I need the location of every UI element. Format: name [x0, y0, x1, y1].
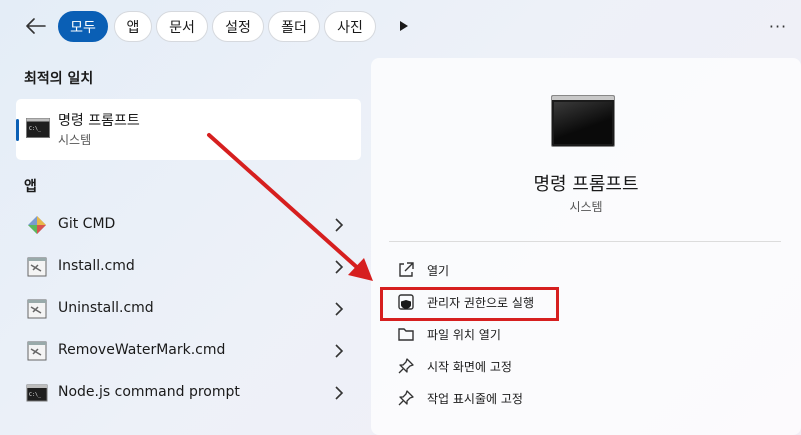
command-prompt-icon: C:\_: [26, 118, 50, 138]
action-open[interactable]: 열기: [389, 255, 769, 285]
chevron-right-icon[interactable]: [332, 385, 346, 401]
best-match-sub: 시스템: [58, 133, 92, 147]
play-icon: [400, 21, 408, 31]
best-match-name: 명령 프롬프트: [58, 113, 140, 129]
action-pin-to-start[interactable]: 시작 화면에 고정: [389, 351, 769, 381]
app-item-git-cmd[interactable]: Git CMD: [16, 204, 361, 246]
app-item-label: Install.cmd: [58, 258, 135, 274]
selection-indicator: [16, 119, 19, 141]
detail-app-name: 명령 프롬프트: [533, 174, 639, 195]
action-label: 시작 화면에 고정: [427, 360, 512, 374]
cmd-file-icon: [27, 341, 47, 361]
cmd-file-icon: [27, 299, 47, 319]
back-button[interactable]: [22, 12, 50, 40]
app-item-label: Uninstall.cmd: [58, 300, 154, 316]
action-open-file-location[interactable]: 파일 위치 열기: [389, 319, 769, 349]
svg-text:C:\_: C:\_: [29, 392, 42, 398]
action-label: 열기: [427, 264, 450, 278]
pin-icon: [398, 390, 414, 406]
action-label: 작업 표시줄에 고정: [427, 392, 523, 406]
git-icon: [28, 216, 46, 234]
folder-icon: [398, 328, 414, 341]
action-pin-to-taskbar[interactable]: 작업 표시줄에 고정: [389, 383, 769, 413]
annotation-highlight-box: [380, 287, 559, 321]
open-external-icon: [399, 262, 414, 277]
back-arrow-icon: [26, 18, 46, 34]
chevron-right-icon[interactable]: [332, 301, 346, 317]
action-label: 파일 위치 열기: [427, 328, 501, 342]
chip-all[interactable]: 모두: [58, 11, 108, 42]
app-detail-panel: 명령 프롬프트 시스템 열기 관리자 권한으로 실행 파일 위치 열기 시작 화…: [371, 58, 801, 435]
app-item-removewatermark-cmd[interactable]: RemoveWaterMark.cmd: [16, 330, 361, 372]
chip-apps[interactable]: 앱: [114, 11, 152, 42]
chevron-right-icon[interactable]: [332, 343, 346, 359]
more-options-button[interactable]: ···: [765, 14, 791, 38]
best-match-item[interactable]: C:\_ 명령 프롬프트 시스템: [16, 99, 361, 160]
app-item-label: Git CMD: [58, 216, 116, 232]
chevron-right-icon[interactable]: [332, 259, 346, 275]
app-item-label: RemoveWaterMark.cmd: [58, 342, 226, 358]
cmd-file-icon: [27, 257, 47, 277]
chip-photos[interactable]: 사진: [324, 11, 376, 42]
chip-documents[interactable]: 문서: [156, 11, 208, 42]
svg-text:C:\_: C:\_: [29, 126, 42, 132]
pin-icon: [398, 358, 414, 374]
best-match-heading: 최적의 일치: [24, 71, 94, 87]
divider: [389, 241, 781, 242]
app-item-label: Node.js command prompt: [58, 384, 240, 400]
app-item-nodejs-command-prompt[interactable]: C:\_ Node.js command prompt: [16, 372, 361, 414]
chip-settings[interactable]: 설정: [212, 11, 264, 42]
apps-heading: 앱: [24, 179, 37, 195]
search-filter-bar: 모두 앱 문서 설정 폴더 사진 ···: [0, 0, 801, 52]
detail-app-sub: 시스템: [569, 200, 603, 214]
chevron-right-icon[interactable]: [332, 217, 346, 233]
more-filters-button[interactable]: [394, 16, 414, 36]
chip-folders[interactable]: 폴더: [268, 11, 320, 42]
app-item-uninstall-cmd[interactable]: Uninstall.cmd: [16, 288, 361, 330]
console-icon: C:\_: [26, 384, 48, 402]
command-prompt-large-icon: [551, 95, 615, 147]
app-item-install-cmd[interactable]: Install.cmd: [16, 246, 361, 288]
